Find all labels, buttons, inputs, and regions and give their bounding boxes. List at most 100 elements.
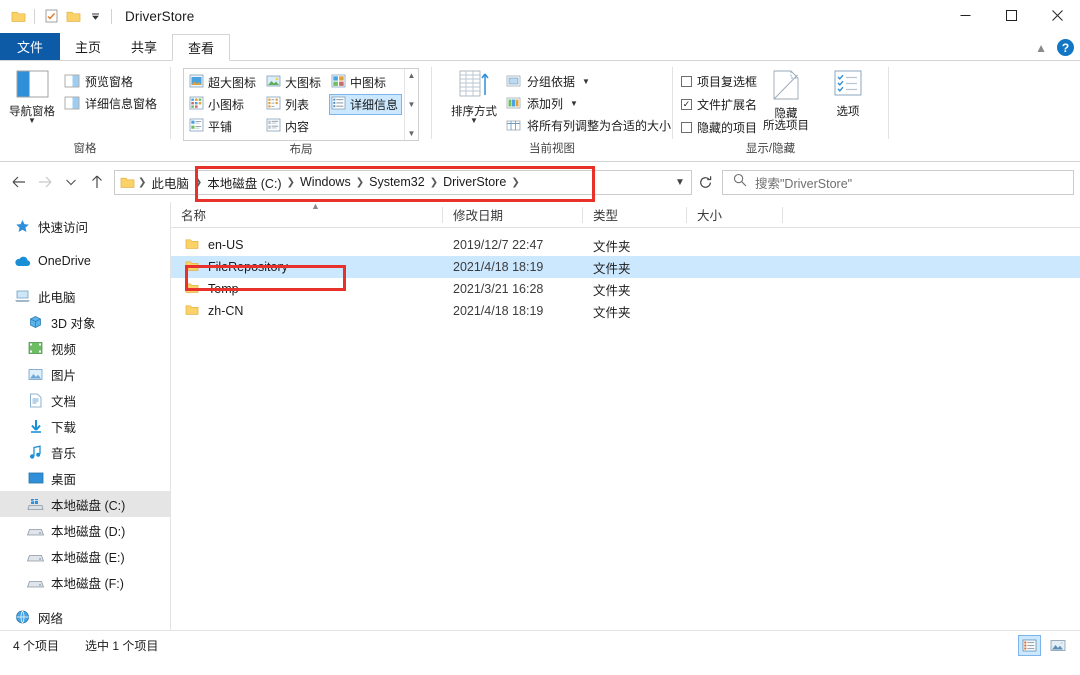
back-button[interactable] xyxy=(6,169,32,195)
sidebar-item-downloads[interactable]: 下载 xyxy=(0,413,170,439)
hidden-items-option[interactable]: 隐藏的项目 xyxy=(681,118,757,137)
breadcrumb-separator[interactable]: ❯ xyxy=(193,177,203,188)
file-name-cell[interactable]: zh-CN xyxy=(171,304,443,319)
caret-down-icon[interactable]: ▼ xyxy=(28,118,36,124)
maximize-button[interactable] xyxy=(988,0,1034,31)
details-pane-button[interactable]: 详细信息窗格 xyxy=(64,94,157,113)
table-row[interactable]: Temp 2021/3/21 16:28 文件夹 xyxy=(171,278,1080,300)
file-name-cell[interactable]: FileRepository xyxy=(171,260,443,275)
checkbox-unchecked-icon[interactable] xyxy=(681,122,692,133)
gallery-expand-icon[interactable]: ▼ xyxy=(408,129,416,138)
column-header-name[interactable]: 名称 xyxy=(171,202,443,228)
customize-qat-caret-icon[interactable] xyxy=(84,5,106,27)
hidden-items-label: 隐藏的项目 xyxy=(697,119,757,136)
close-button[interactable] xyxy=(1034,0,1080,31)
table-row[interactable]: FileRepository 2021/4/18 18:19 文件夹 xyxy=(171,256,1080,278)
search-input[interactable]: 搜索"DriverStore" xyxy=(755,173,852,192)
sidebar-item-quick-access[interactable]: 快速访问 xyxy=(0,213,170,239)
column-header-size[interactable]: 大小 xyxy=(687,202,783,228)
drive-icon xyxy=(27,574,44,591)
breadcrumb-local-disk-c[interactable]: 本地磁盘 (C:) xyxy=(203,173,285,192)
group-by-button[interactable]: 分组依据 ▼ xyxy=(506,72,671,91)
add-columns-button[interactable]: 添加列 ▼ xyxy=(506,94,671,113)
sidebar-item-local-disk-f[interactable]: 本地磁盘 (F:) xyxy=(0,569,170,595)
previous-locations-caret-icon[interactable]: ▼ xyxy=(669,177,691,188)
sidebar-item-pictures[interactable]: 图片 xyxy=(0,361,170,387)
recent-locations-button[interactable] xyxy=(58,169,84,195)
breadcrumb-this-pc[interactable]: 此电脑 xyxy=(147,173,193,192)
table-row[interactable]: en-US 2019/12/7 22:47 文件夹 xyxy=(171,234,1080,256)
view-extra-large-icons[interactable]: 超大图标 xyxy=(187,72,260,93)
new-folder-icon[interactable] xyxy=(62,5,84,27)
view-content[interactable]: 内容 xyxy=(264,116,325,137)
extra-large-icons-icon xyxy=(189,74,204,91)
sort-by-button[interactable]: 排序方式 ▼ xyxy=(442,66,506,124)
caret-down-icon[interactable]: ▼ xyxy=(582,77,590,86)
view-large-icons[interactable]: 大图标 xyxy=(264,72,325,93)
item-checkboxes-option[interactable]: 项目复选框 xyxy=(681,72,757,91)
breadcrumb-system32[interactable]: System32 xyxy=(365,175,429,189)
breadcrumb-windows[interactable]: Windows xyxy=(296,175,355,189)
table-row[interactable]: zh-CN 2021/4/18 18:19 文件夹 xyxy=(171,300,1080,322)
breadcrumb-bar[interactable]: ❯ 此电脑 ❯ 本地磁盘 (C:) ❯ Windows ❯ System32 ❯… xyxy=(114,170,692,195)
properties-icon[interactable] xyxy=(40,5,62,27)
gallery-scrollbar[interactable]: ▲ ▼ ▼ xyxy=(404,69,418,140)
gallery-scroll-up-icon[interactable]: ▲ xyxy=(408,71,416,80)
sidebar-item-this-pc[interactable]: 此电脑 xyxy=(0,283,170,309)
breadcrumb-separator[interactable]: ❯ xyxy=(286,177,296,188)
preview-pane-button[interactable]: 预览窗格 xyxy=(64,72,157,91)
options-button[interactable]: 选项 xyxy=(821,66,875,118)
file-name-cell[interactable]: Temp xyxy=(171,282,443,297)
address-bar: ❯ 此电脑 ❯ 本地磁盘 (C:) ❯ Windows ❯ System32 ❯… xyxy=(0,162,1080,202)
minimize-button[interactable] xyxy=(942,0,988,31)
checkbox-unchecked-icon[interactable] xyxy=(681,76,692,87)
sidebar-item-videos[interactable]: 视频 xyxy=(0,335,170,361)
refresh-button[interactable] xyxy=(692,169,718,195)
tab-share[interactable]: 共享 xyxy=(116,33,172,60)
size-all-columns-label: 将所有列调整为合适的大小 xyxy=(527,117,671,134)
folder-icon xyxy=(185,282,199,297)
status-bar: 4 个项目 选中 1 个项目 xyxy=(0,630,1080,660)
tab-view[interactable]: 查看 xyxy=(172,34,230,61)
sidebar-item-onedrive[interactable]: OneDrive xyxy=(0,248,170,274)
sidebar-item-local-disk-d[interactable]: 本地磁盘 (D:) xyxy=(0,517,170,543)
tab-file[interactable]: 文件 xyxy=(0,33,60,60)
view-list[interactable]: 列表 xyxy=(264,94,325,115)
sidebar-item-local-disk-e[interactable]: 本地磁盘 (E:) xyxy=(0,543,170,569)
column-header-type[interactable]: 类型 xyxy=(583,202,687,228)
breadcrumb-separator[interactable]: ❯ xyxy=(429,177,439,188)
sidebar-item-local-disk-c[interactable]: 本地磁盘 (C:) xyxy=(0,491,170,517)
caret-down-icon[interactable]: ▼ xyxy=(470,118,478,124)
sidebar-item-network[interactable]: 网络 xyxy=(0,604,170,630)
hide-selected-items-button[interactable]: 隐藏 所选项目 xyxy=(757,66,815,132)
gallery-scroll-down-icon[interactable]: ▼ xyxy=(408,100,416,109)
details-view-toggle[interactable] xyxy=(1018,635,1041,656)
file-name-cell[interactable]: en-US xyxy=(171,238,443,253)
column-header-date-modified[interactable]: 修改日期 xyxy=(443,202,583,228)
search-box[interactable]: 搜索"DriverStore" xyxy=(722,170,1074,195)
tab-home[interactable]: 主页 xyxy=(60,33,116,60)
view-medium-icons[interactable]: 中图标 xyxy=(329,72,402,93)
chevron-up-icon[interactable]: ▲ xyxy=(1035,41,1047,55)
up-button[interactable] xyxy=(84,169,110,195)
sidebar-item-desktop[interactable]: 桌面 xyxy=(0,465,170,491)
breadcrumb-separator[interactable]: ❯ xyxy=(137,177,147,188)
breadcrumb-separator[interactable]: ❯ xyxy=(355,177,365,188)
view-tiles[interactable]: 平铺 xyxy=(187,116,260,137)
size-all-columns-button[interactable]: 将所有列调整为合适的大小 xyxy=(506,116,671,135)
file-extensions-option[interactable]: ✓ 文件扩展名 xyxy=(681,95,757,114)
sidebar-item-3d-objects[interactable]: 3D 对象 xyxy=(0,309,170,335)
breadcrumb-driverstore[interactable]: DriverStore xyxy=(439,175,510,189)
view-small-icons[interactable]: 小图标 xyxy=(187,94,260,115)
breadcrumb-separator[interactable]: ❯ xyxy=(510,177,520,188)
sidebar-item-music[interactable]: 音乐 xyxy=(0,439,170,465)
checkbox-checked-icon[interactable]: ✓ xyxy=(681,99,692,110)
help-icon[interactable]: ? xyxy=(1057,39,1074,56)
sidebar-item-documents[interactable]: 文档 xyxy=(0,387,170,413)
caret-down-icon[interactable]: ▼ xyxy=(570,99,578,108)
forward-button[interactable] xyxy=(32,169,58,195)
folder-icon[interactable] xyxy=(7,5,29,27)
view-details[interactable]: 详细信息 xyxy=(329,94,402,115)
large-icons-view-toggle[interactable] xyxy=(1046,635,1069,656)
navigation-pane-button[interactable]: 导航窗格 ▼ xyxy=(0,66,64,124)
